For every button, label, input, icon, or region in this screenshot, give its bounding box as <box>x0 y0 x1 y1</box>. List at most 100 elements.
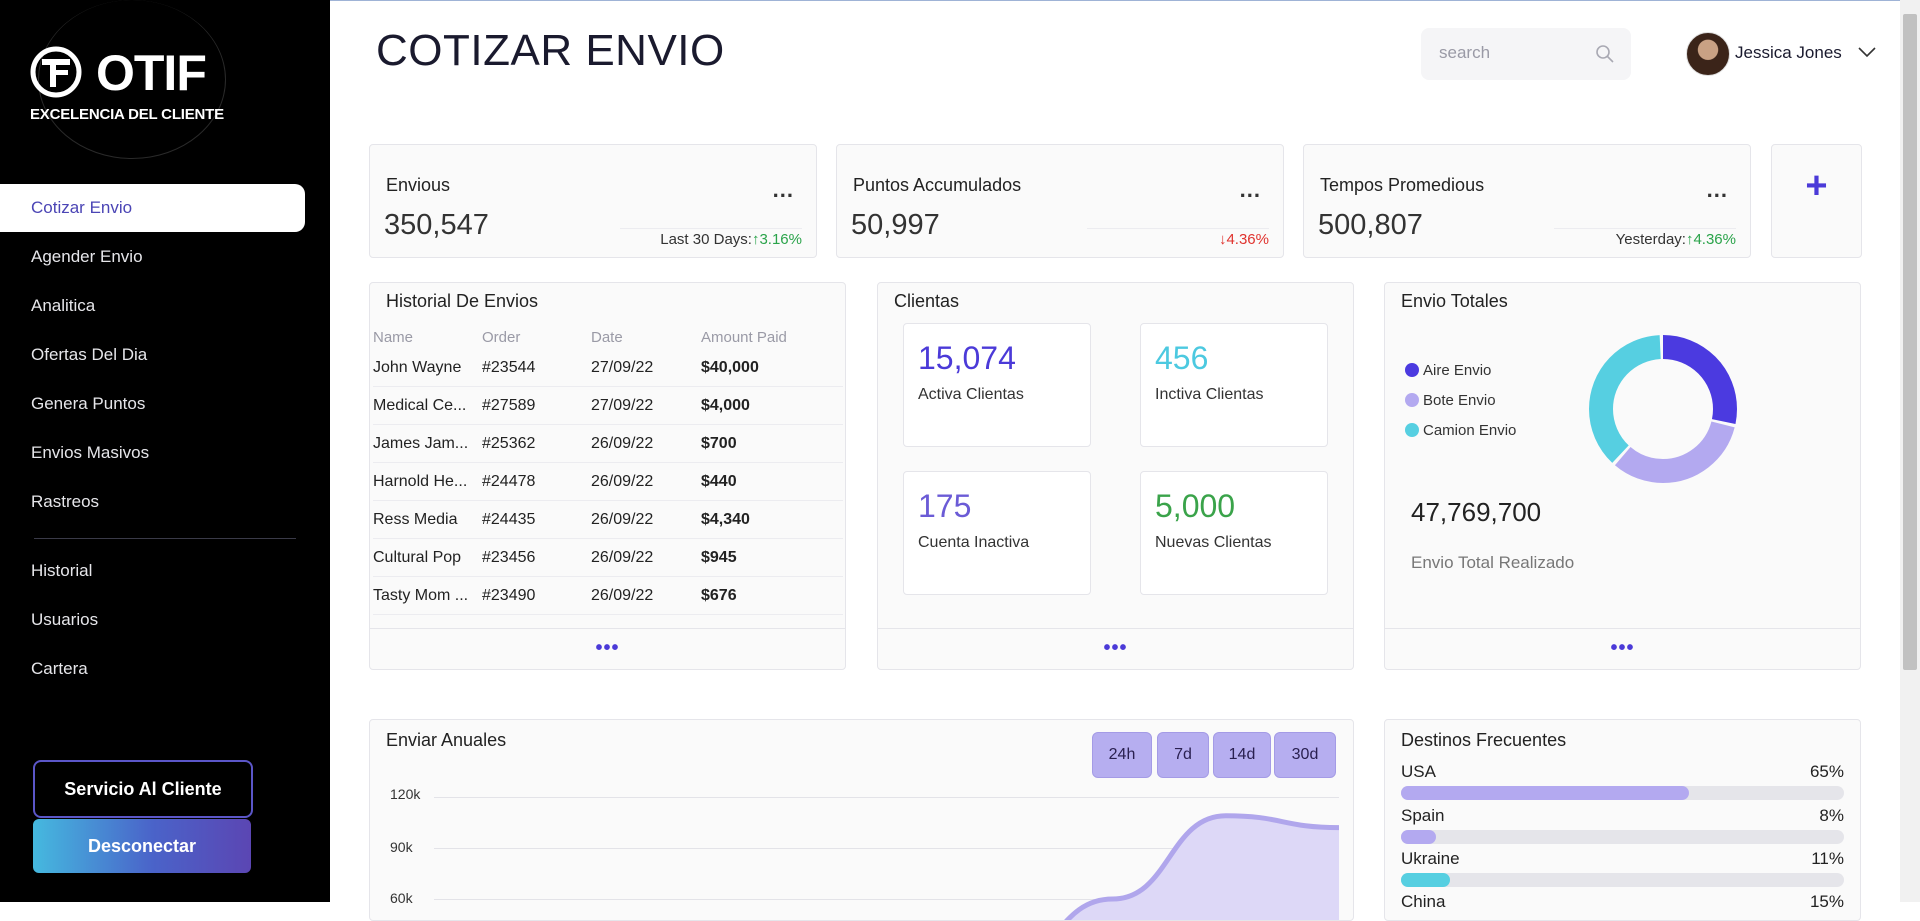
sidebar-item-ofertas-del-dia[interactable]: Ofertas Del Dia <box>0 330 330 379</box>
destination-name: Spain <box>1401 806 1445 825</box>
stat-change: ↑4.36% <box>1685 231 1736 248</box>
stat-footer: ↓4.36% <box>1219 231 1269 248</box>
logout-button[interactable]: Desconectar <box>33 819 251 873</box>
cell-amount: $440 <box>701 462 843 501</box>
sidebar-item-rastreos[interactable]: Rastreos <box>0 477 330 526</box>
avatar[interactable] <box>1686 32 1730 76</box>
cell-order: #23544 <box>482 349 591 387</box>
cell-date: 26/09/22 <box>591 576 701 615</box>
y-tick-label: 90k <box>390 839 413 855</box>
client-tile-new[interactable]: 5,000 Nuevas Clientas <box>1140 471 1328 595</box>
cell-date: 26/09/22 <box>591 462 701 501</box>
column-header: Name <box>373 328 414 346</box>
add-widget-button[interactable]: + <box>1771 144 1862 258</box>
column-header: Amount Paid <box>701 328 787 346</box>
more-button[interactable]: ••• <box>1385 637 1860 660</box>
total-label: Envio Total Realizado <box>1411 553 1575 572</box>
logo-text: OTIF <box>96 45 207 101</box>
table-row[interactable]: James Jam... #25362 26/09/22 $700 <box>373 424 843 463</box>
sidebar-item-usuarios[interactable]: Usuarios <box>0 595 330 644</box>
destination-track <box>1401 786 1844 800</box>
table-row[interactable]: Harnold He... #24478 26/09/22 $440 <box>373 462 843 501</box>
annual-area-chart <box>1064 813 1339 920</box>
sidebar-nav-secondary: Historial Usuarios Cartera <box>0 546 330 693</box>
sidebar-item-envios-masivos[interactable]: Envios Masivos <box>0 428 330 477</box>
more-button[interactable]: ••• <box>878 637 1353 660</box>
cell-amount: $945 <box>701 538 843 577</box>
stat-title: Tempos Promedious <box>1320 175 1485 195</box>
stat-divider <box>620 228 802 229</box>
totals-title: Envio Totales <box>1401 291 1508 311</box>
stat-footer: Last 30 Days:↑3.16% <box>660 231 802 248</box>
cell-name: Ress Media <box>373 500 482 539</box>
destination-name: China <box>1401 892 1446 911</box>
search-input[interactable] <box>1437 42 1591 64</box>
client-tile-inactive[interactable]: 456 Inctiva Clientas <box>1140 323 1328 447</box>
stat-value: 350,547 <box>384 209 489 241</box>
card-footer: ••• <box>370 628 845 669</box>
y-tick-label: 60k <box>390 890 413 906</box>
user-name[interactable]: Jessica Jones <box>1735 43 1842 63</box>
cell-name: Tasty Mom ... <box>373 576 482 615</box>
table-row[interactable]: Medical Ce... #27589 27/09/22 $4,000 <box>373 386 843 425</box>
sidebar-item-cotizar-envio[interactable]: Cotizar Envio <box>0 184 305 232</box>
stat-title: Puntos Accumulados <box>853 175 1022 195</box>
cell-name: John Wayne <box>373 349 482 387</box>
legend-label: Camion Envio <box>1423 421 1517 439</box>
sidebar-item-agender-envio[interactable]: Agender Envio <box>0 232 330 281</box>
stat-change: ↓4.36% <box>1218 231 1269 248</box>
logo[interactable]: OTIF EXCELENCIA DEL CLIENTE <box>28 44 228 134</box>
column-header: Order <box>482 328 521 346</box>
stat-title: Envious <box>386 175 451 195</box>
cell-name: James Jam... <box>373 424 482 463</box>
area-fill <box>1067 815 1339 920</box>
search-box[interactable] <box>1421 28 1631 80</box>
total-value: 47,769,700 <box>1411 497 1542 527</box>
sidebar: OTIF EXCELENCIA DEL CLIENTE Cotizar Envi… <box>0 0 330 902</box>
y-tick-label: 120k <box>390 786 421 802</box>
destinations-title: Destinos Frecuentes <box>1401 730 1567 750</box>
logo-mark-icon <box>30 46 82 98</box>
stat-menu-button[interactable]: ... <box>773 177 794 203</box>
table-row[interactable]: Tasty Mom ... #23490 26/09/22 $676 <box>373 576 843 615</box>
destination-percent: 65% <box>1809 762 1844 781</box>
chevron-down-icon[interactable] <box>1858 46 1876 58</box>
cell-date: 26/09/22 <box>591 500 701 539</box>
sidebar-item-cartera[interactable]: Cartera <box>0 644 330 693</box>
cell-amount: $4,000 <box>701 386 843 425</box>
card-footer: ••• <box>1385 628 1860 669</box>
cell-name: Medical Ce... <box>373 386 482 425</box>
cell-date: 27/09/22 <box>591 349 701 387</box>
stat-footer-label: Last 30 Days: <box>660 231 752 248</box>
cell-order: #27589 <box>482 386 591 425</box>
destination-percent: 15% <box>1809 892 1844 911</box>
customer-service-button[interactable]: Servicio Al Cliente <box>33 760 253 818</box>
sidebar-item-analitica[interactable]: Analitica <box>0 281 330 330</box>
stat-card-envious: Envious 350,547 ... Last 30 Days:↑3.16% <box>369 144 817 258</box>
table-row[interactable]: John Wayne #23544 27/09/22 $40,000 <box>373 349 843 387</box>
client-tile-active[interactable]: 15,074 Activa Clientas <box>903 323 1091 447</box>
stat-change: ↑3.16% <box>751 231 802 248</box>
legend-item: Bote Envio <box>1405 385 1516 415</box>
destination-track <box>1401 873 1844 887</box>
clients-title: Clientas <box>894 291 960 311</box>
sidebar-item-historial[interactable]: Historial <box>0 546 330 595</box>
scrollbar[interactable] <box>1900 0 1920 902</box>
cell-date: 26/09/22 <box>591 538 701 577</box>
scrollbar-thumb[interactable] <box>1903 14 1917 670</box>
destination-bar-fill <box>1401 830 1437 844</box>
cell-amount: $4,340 <box>701 500 843 539</box>
sidebar-item-genera-puntos[interactable]: Genera Puntos <box>0 379 330 428</box>
destination-percent: 8% <box>1819 806 1844 825</box>
history-title: Historial De Envios <box>386 291 539 311</box>
stat-menu-button[interactable]: ... <box>1707 177 1728 203</box>
legend-swatch <box>1405 423 1419 437</box>
client-tile-inactive-account[interactable]: 175 Cuenta Inactiva <box>903 471 1091 595</box>
cell-order: #24478 <box>482 462 591 501</box>
table-row[interactable]: Ress Media #24435 26/09/22 $4,340 <box>373 500 843 539</box>
more-button[interactable]: ••• <box>370 637 845 660</box>
search-icon[interactable] <box>1595 44 1615 64</box>
stat-menu-button[interactable]: ... <box>1240 177 1261 203</box>
stat-divider <box>1554 228 1736 229</box>
table-row[interactable]: Cultural Pop #23456 26/09/22 $945 <box>373 538 843 577</box>
